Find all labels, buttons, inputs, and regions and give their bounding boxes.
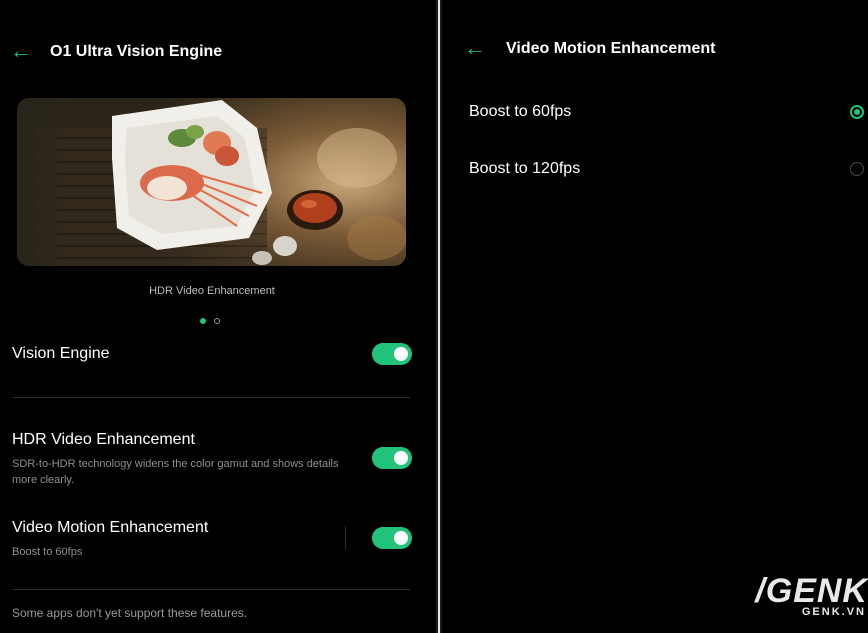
vision-engine-toggle[interactable] [372,343,412,365]
video-motion-enhancement-label[interactable]: Video Motion Enhancement [12,519,208,537]
page-title: O1 Ultra Vision Engine [50,43,223,60]
video-motion-enhancement-value: Boost to 60fps [12,546,83,558]
hdr-preview-image [17,98,406,266]
toggle-knob [394,531,408,545]
video-motion-enhancement-panel: ← Video Motion Enhancement Boost to 60fp… [442,0,868,633]
hdr-video-enhancement-toggle[interactable] [372,447,412,469]
divider [12,397,410,398]
vision-engine-label: Vision Engine [12,345,110,362]
carousel-caption: HDR Video Enhancement [149,285,275,297]
page-dot-inactive[interactable] [214,318,220,324]
page-dot-active[interactable] [200,318,206,324]
back-arrow-icon[interactable]: ← [464,37,486,59]
back-arrow-icon[interactable]: ← [10,40,32,62]
hdr-video-enhancement-description: SDR-to-HDR technology widens the color g… [12,458,339,486]
food-photo-graphic [17,98,406,266]
toggle-knob [394,451,408,465]
option-60fps-label[interactable]: Boost to 60fps [469,103,571,121]
vision-engine-settings-panel: ← O1 Ultra Vision Engine HDR Video Enhan… [0,0,436,633]
genk-watermark: /GENK GENK.VN [755,574,868,618]
hdr-video-enhancement-label: HDR Video Enhancement [12,431,195,448]
support-footnote: Some apps don't yet support these featur… [12,606,248,620]
option-120fps-radio[interactable] [850,162,864,176]
toggle-knob [394,347,408,361]
watermark-logo: /GENK [755,572,868,610]
divider [12,589,410,590]
option-60fps-radio[interactable] [850,105,864,119]
video-motion-enhancement-toggle[interactable] [372,527,412,549]
row-vertical-divider [345,526,346,550]
option-120fps-label[interactable]: Boost to 120fps [469,160,580,178]
page-title: Video Motion Enhancement [506,40,716,57]
screenshot-root: ← O1 Ultra Vision Engine HDR Video Enhan… [0,0,868,633]
